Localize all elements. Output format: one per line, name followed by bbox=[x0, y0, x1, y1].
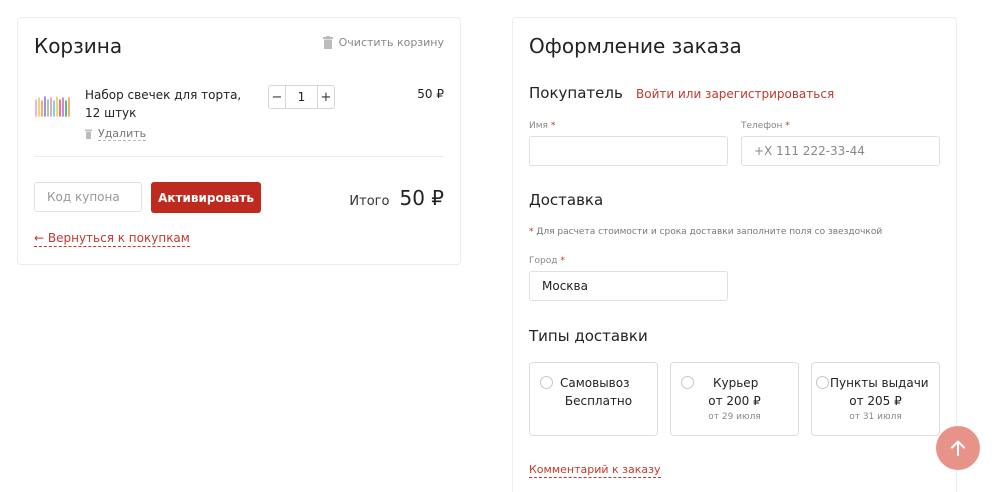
quantity-stepper: − 1 + bbox=[268, 85, 335, 109]
delivery-option-pickup[interactable]: Самовывоз Бесплатно bbox=[529, 362, 658, 436]
trash-icon bbox=[322, 36, 333, 49]
delivery-option-name: Самовывоз bbox=[560, 376, 630, 390]
quantity-increase-button[interactable]: + bbox=[317, 86, 334, 108]
activate-coupon-button[interactable]: Активировать bbox=[151, 182, 261, 213]
scroll-to-top-button[interactable] bbox=[936, 426, 980, 470]
divider bbox=[34, 156, 444, 157]
city-field-label: Город * bbox=[529, 256, 565, 266]
candles-icon[interactable] bbox=[34, 92, 74, 120]
cart-panel: Корзина Очистить корзину Набор свечек дл… bbox=[17, 17, 461, 265]
cart-total: Итого 50 ₽ bbox=[349, 186, 444, 210]
arrow-up-icon bbox=[951, 440, 965, 456]
total-label: Итого bbox=[349, 194, 390, 209]
checkout-panel: Оформление заказа Покупатель Войти или з… bbox=[512, 17, 957, 492]
radio-button[interactable] bbox=[681, 376, 694, 389]
delivery-option-date: от 31 июля bbox=[849, 412, 902, 422]
buyer-heading: Покупатель bbox=[529, 84, 623, 102]
checkout-title: Оформление заказа bbox=[529, 34, 742, 58]
delivery-heading: Доставка bbox=[529, 191, 604, 209]
delivery-option-date: от 29 июля bbox=[708, 412, 761, 422]
delivery-option-price: от 205 ₽ bbox=[849, 394, 902, 408]
phone-input[interactable] bbox=[741, 136, 940, 166]
quantity-decrease-button[interactable]: − bbox=[269, 86, 286, 108]
delivery-note: * Для расчета стоимости и срока доставки… bbox=[529, 227, 883, 237]
delivery-option-courier[interactable]: Курьер от 200 ₽ от 29 июля bbox=[670, 362, 799, 436]
delivery-option-name: Пункты выдачи bbox=[830, 376, 929, 390]
radio-button[interactable] bbox=[540, 376, 553, 389]
name-input[interactable] bbox=[529, 136, 728, 166]
name-field-label: Имя * bbox=[529, 121, 556, 131]
login-register-link[interactable]: Войти или зарегистрироваться bbox=[636, 87, 834, 101]
delivery-option-name: Курьер bbox=[713, 376, 759, 390]
back-to-shopping-link[interactable]: ← Вернуться к покупкам bbox=[34, 231, 190, 247]
total-value: 50 ₽ bbox=[399, 186, 444, 210]
product-name[interactable]: Набор свечек для торта, 12 штук bbox=[85, 86, 260, 122]
radio-button[interactable] bbox=[816, 376, 829, 389]
quantity-value[interactable]: 1 bbox=[286, 90, 317, 104]
remove-item-label: Удалить bbox=[98, 127, 147, 141]
delivery-option-pickup-points[interactable]: Пункты выдачи от 205 ₽ от 31 июля bbox=[811, 362, 940, 436]
delivery-types-heading: Типы доставки bbox=[529, 327, 648, 345]
item-price: 50 ₽ bbox=[417, 87, 444, 101]
phone-field-label: Телефон * bbox=[741, 121, 790, 131]
cart-title: Корзина bbox=[34, 34, 123, 58]
order-comment-link[interactable]: Комментарий к заказу bbox=[529, 463, 661, 478]
delivery-option-price: Бесплатно bbox=[564, 394, 633, 408]
clear-cart-label: Очистить корзину bbox=[338, 36, 444, 49]
coupon-input[interactable] bbox=[34, 182, 142, 212]
clear-cart-button[interactable]: Очистить корзину bbox=[322, 36, 444, 49]
trash-icon bbox=[85, 129, 92, 139]
remove-item-button[interactable]: Удалить bbox=[85, 127, 147, 141]
city-input[interactable] bbox=[529, 271, 728, 301]
delivery-option-price: от 200 ₽ bbox=[708, 394, 761, 408]
